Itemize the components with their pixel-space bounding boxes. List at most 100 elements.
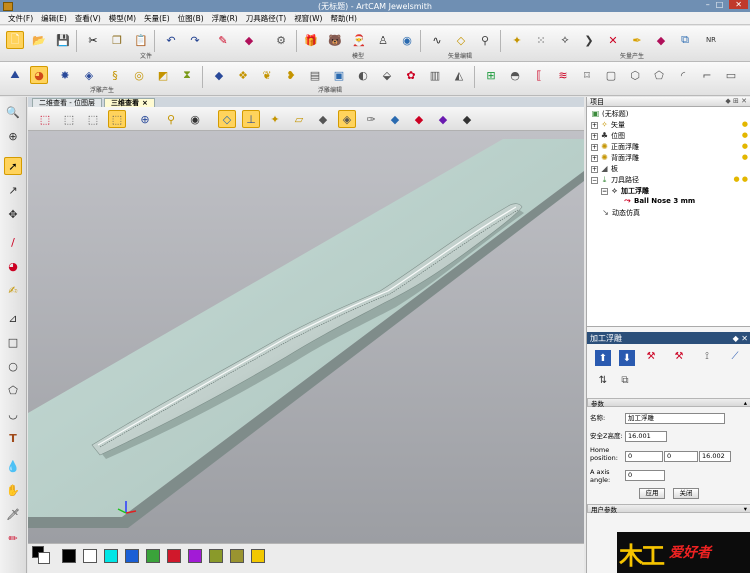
new-file-icon[interactable]: 🗋 [6,31,24,49]
toolpath-order-icon[interactable]: ⇅ [595,372,611,388]
tree-item-vectors[interactable]: + ✧ 矢量 [591,120,625,130]
vector-fill-icon[interactable]: ◆ [652,31,670,49]
tree-item-tool[interactable]: ⤳ Ball Nose 3 mm [623,197,695,206]
view-zoom-icon[interactable]: ⊕ [136,110,154,128]
brush-icon[interactable]: ✍ [4,281,22,299]
expand-icon[interactable]: + [591,165,598,173]
tool-settings-icon[interactable]: ⟋ [727,348,743,364]
relief-extrude-icon[interactable]: ⧗ [178,66,196,84]
menu-view[interactable]: 查看(V) [75,13,101,24]
pen-icon[interactable]: / [4,233,22,251]
view-shade-icon[interactable]: ◆ [314,110,332,128]
safe-z-input[interactable]: 16.001 [625,431,667,442]
relief-gem-icon[interactable]: ❖ [234,66,252,84]
relief-merge-icon[interactable]: ⊞ [482,66,500,84]
section-collapse-icon[interactable]: ▴ [744,399,747,407]
text-icon[interactable]: T [4,429,22,447]
menu-file[interactable]: 文件(F) [8,13,33,24]
relief-box-icon[interactable]: ▥ [426,66,444,84]
view-layer-icon[interactable]: ◆ [386,110,404,128]
view-side-icon[interactable]: ⬚ [84,110,102,128]
relief-texture-icon[interactable]: ▤ [306,66,324,84]
palette-swatch[interactable] [209,549,223,563]
relief-image-icon[interactable]: ▣ [330,66,348,84]
view-top-icon[interactable]: ⬚ [108,110,126,128]
world-icon[interactable]: ⊕ [4,127,22,145]
visibility-bulb-icon[interactable]: ● [742,120,748,128]
view-iso-icon[interactable]: ⬚ [36,110,54,128]
draw-icon[interactable]: ✎ [214,31,232,49]
tree-item-root[interactable]: ▣ (无标题) [591,109,629,119]
model-gift-icon[interactable]: 🎁 [302,31,320,49]
palette-swatch[interactable] [146,549,160,563]
view-front-icon[interactable]: ⬚ [60,110,78,128]
save-icon[interactable]: 💾 [54,31,72,49]
relief-sweep-icon[interactable]: ◕ [30,66,48,84]
palette-swatch[interactable] [104,549,118,563]
relief-corner-icon[interactable]: ⌐ [698,66,716,84]
move-up-icon[interactable]: ⬆ [595,350,611,366]
tree-item-plate[interactable]: + ◢ 板 [591,164,618,174]
palette-swatch[interactable] [83,549,97,563]
drill-icon[interactable]: ⟟ [699,348,715,364]
vector-star-icon[interactable]: ✦ [508,31,526,49]
relief-frame-icon[interactable]: ▭ [722,66,740,84]
hand-icon[interactable]: ✋ [4,481,22,499]
expand-icon[interactable]: + [591,121,598,129]
palette-swatch[interactable] [230,549,244,563]
view-color-icon[interactable]: ◆ [410,110,428,128]
apply-button[interactable]: 应用 [639,488,665,499]
vector-node-icon[interactable]: ⚲ [476,31,494,49]
relief-edge-icon[interactable]: ⌑ [578,66,596,84]
name-input[interactable]: 加工浮雕 [625,413,725,424]
section-expand-icon[interactable]: ▾ [744,505,747,513]
rectangle-icon[interactable]: □ [4,333,22,351]
open-folder-icon[interactable]: 📂 [30,31,48,49]
redo-icon[interactable]: ↷ [186,31,204,49]
relief-twist-icon[interactable]: ❥ [282,66,300,84]
eraser-icon[interactable]: ◆ [240,31,258,49]
transform-icon[interactable]: ✥ [4,205,22,223]
view-eye-icon[interactable]: ◉ [186,110,204,128]
relief-spiral-icon[interactable]: § [106,66,124,84]
menu-vector[interactable]: 矢量(E) [144,13,170,24]
view-light-icon[interactable]: ⚲ [162,110,180,128]
copy-icon[interactable]: ❐ [108,31,126,49]
view-plane-icon[interactable]: ◇ [218,110,236,128]
close-panel-button[interactable]: 关闭 [673,488,699,499]
knife-icon[interactable]: 🗡 [4,505,22,523]
node-edit-icon[interactable]: ↗ [4,181,22,199]
tab-3d-view[interactable]: 三维查看 × [103,98,155,107]
vector-offset-icon[interactable]: ⧉ [676,31,694,49]
relief-wave-icon[interactable]: ≋ [554,66,572,84]
select-arrow-icon[interactable]: ➚ [4,157,22,175]
view-gradient-icon[interactable]: ◆ [434,110,452,128]
3d-viewport[interactable] [28,131,584,543]
menu-toolpath[interactable]: 刀具路径(T) [246,13,286,24]
menu-model[interactable]: 模型(M) [109,13,136,24]
home-x-input[interactable]: 0 [625,451,663,462]
simulate-icon[interactable]: ⧉ [617,372,633,388]
palette-swatch[interactable] [188,549,202,563]
expand-icon[interactable]: + [591,154,598,162]
relief-bracket-icon[interactable]: ⟦ [530,66,548,84]
relief-sculpt-icon[interactable]: ⬙ [378,66,396,84]
model-figure-icon[interactable]: ♙ [374,31,392,49]
menu-relief[interactable]: 浮雕(R) [212,13,238,24]
a-axis-input[interactable]: 0 [625,470,665,481]
relief-hex-icon[interactable]: ⬡ [626,66,644,84]
tab-close-icon[interactable]: × [142,99,148,107]
relief-diamond-icon[interactable]: ◆ [210,66,228,84]
menu-bitmap[interactable]: 位图(B) [178,13,204,24]
model-santa-icon[interactable]: 🎅 [350,31,368,49]
palette-swatch[interactable] [167,549,181,563]
panel-pin-icon[interactable]: ◆ ⊞ ✕ [725,97,747,105]
params-section[interactable]: 参数 ▴ [587,398,750,408]
visibility-bulb-icon[interactable]: ● [742,142,748,150]
close-button[interactable]: ✕ [729,0,748,9]
cut-icon[interactable]: ✂ [84,31,102,49]
home-z-input[interactable]: 16.002 [699,451,731,462]
vector-pen-icon[interactable]: ✒ [628,31,646,49]
vector-curve-icon[interactable]: ∿ [428,31,446,49]
tree-item-front-relief[interactable]: + ✺ 正面浮雕 [591,142,639,152]
